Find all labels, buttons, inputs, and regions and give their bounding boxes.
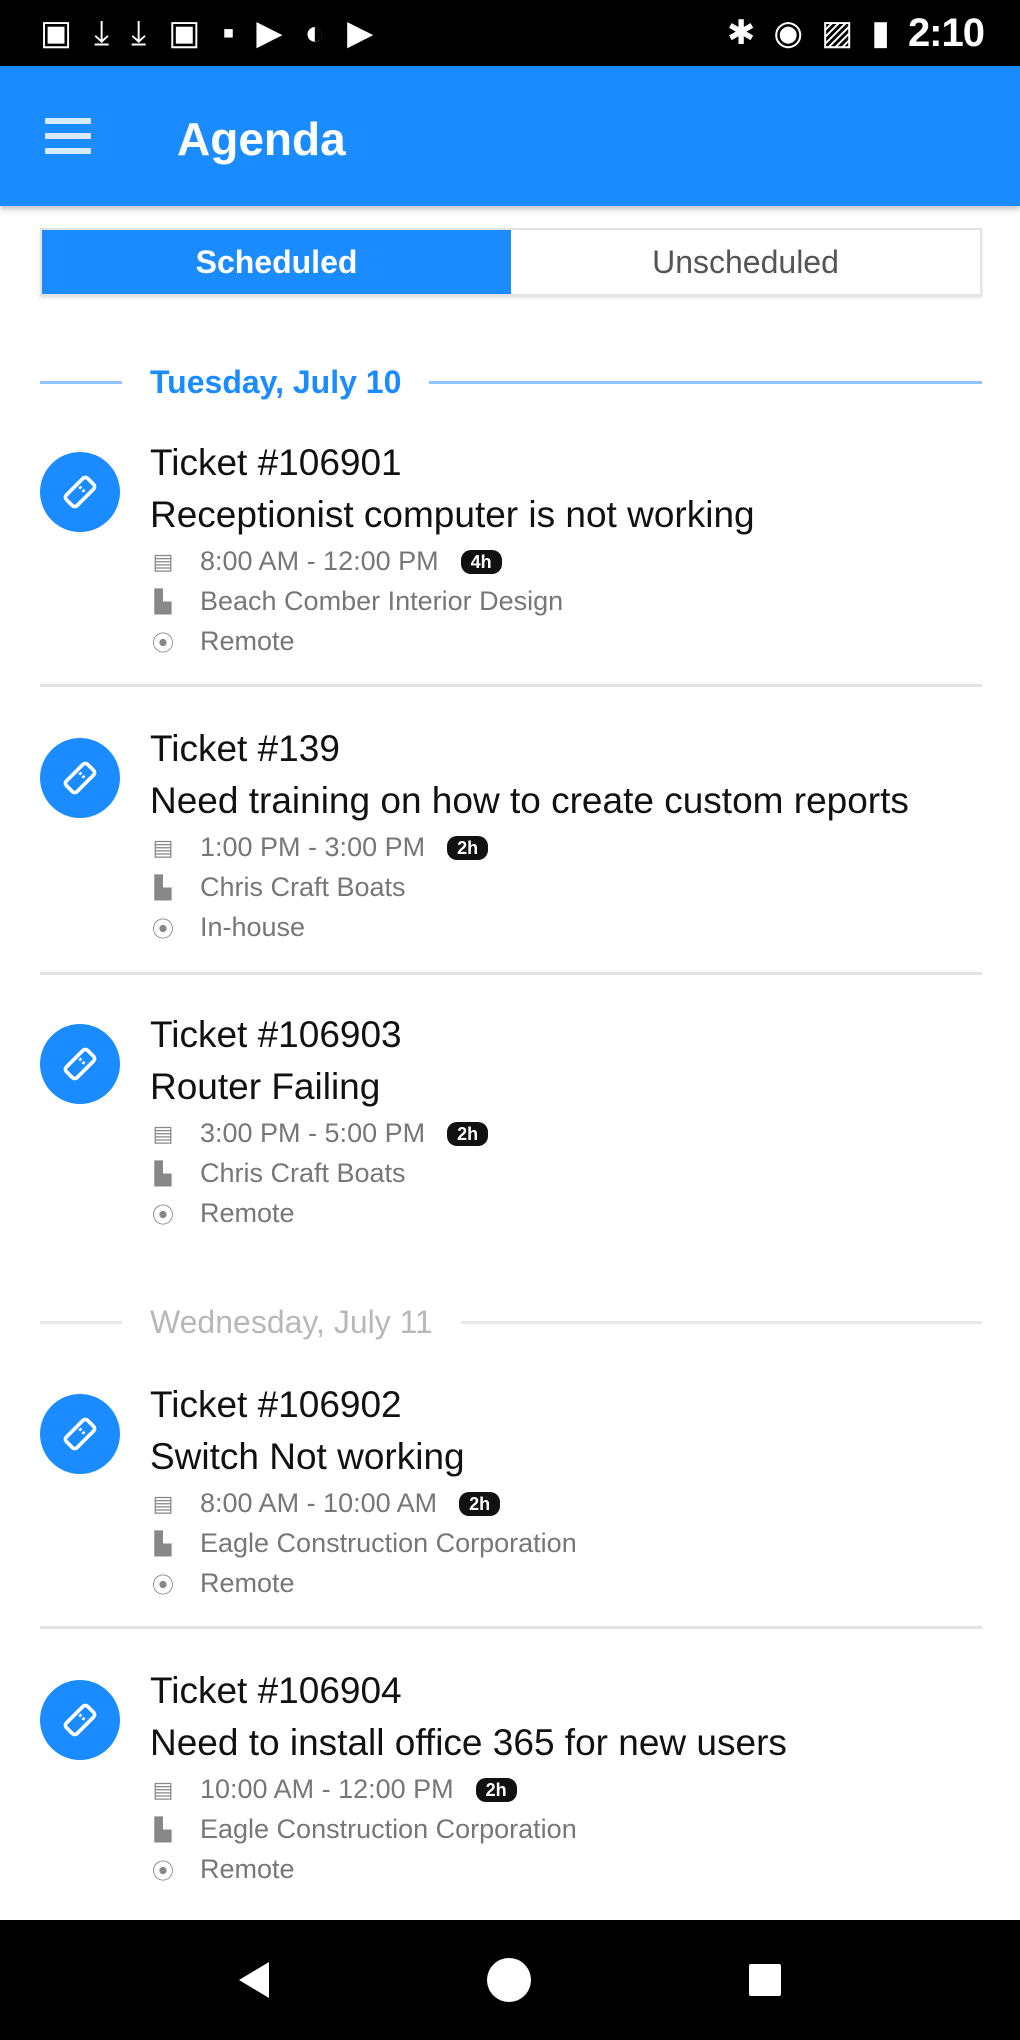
- building-icon: ▙: [154, 1816, 172, 1842]
- ticket-location: Remote: [200, 1854, 295, 1884]
- ticket-number: Ticket #106902: [150, 1384, 402, 1425]
- ticket-time: 8:00 AM - 12:00 PM: [200, 546, 439, 576]
- location-pin-icon: ⦿: [151, 1202, 174, 1228]
- play-store-icon: ▶: [256, 14, 283, 52]
- ticket-icon: [40, 452, 120, 532]
- ticket-company: Chris Craft Boats: [200, 1158, 406, 1188]
- ticket-icon: [40, 1394, 120, 1474]
- ticket-number: Ticket #139: [150, 728, 340, 769]
- calendar-icon: ▤: [152, 1120, 174, 1146]
- date-header: Tuesday, July 10: [40, 362, 982, 402]
- building-icon: ▙: [154, 1530, 172, 1556]
- ticket-icon: [40, 1024, 120, 1104]
- ticket-time: 10:00 AM - 12:00 PM: [200, 1774, 454, 1804]
- building-icon: ▙: [154, 588, 172, 614]
- ticket-location: In-house: [200, 912, 306, 942]
- ticket-icon: [40, 738, 120, 818]
- ticket-company: Beach Comber Interior Design: [200, 586, 564, 616]
- divider: [40, 1626, 982, 1629]
- duration-badge: 2h: [447, 1121, 489, 1146]
- location-pin-icon: ⦿: [151, 1858, 174, 1884]
- calendar-icon: ▤: [152, 548, 174, 574]
- ticket-company: Chris Craft Boats: [200, 872, 406, 902]
- ticket-item[interactable]: Ticket #139 Need training on how to crea…: [0, 722, 1020, 972]
- duration-badge: 2h: [447, 835, 489, 860]
- ticket-subject: Receptionist computer is not working: [150, 494, 755, 535]
- ticket-item[interactable]: Ticket #106902 Switch Not working ▤ 8:00 …: [0, 1378, 1020, 1628]
- building-icon: ▙: [154, 874, 172, 900]
- ticket-number: Ticket #106904: [150, 1670, 402, 1711]
- duration-badge: 2h: [459, 1491, 501, 1516]
- ticket-time: 1:00 PM - 3:00 PM: [200, 832, 426, 862]
- sync-icon: ◐: [304, 14, 326, 52]
- ticket-time: 3:00 PM - 5:00 PM: [200, 1118, 426, 1148]
- system-icons: ✱ ◉ ▨ ▮ 2:10: [727, 11, 1020, 56]
- date-header: Wednesday, July 11: [40, 1302, 982, 1342]
- ticket-icon: [40, 1680, 120, 1760]
- ticket-company: Eagle Construction Corporation: [200, 1814, 577, 1844]
- ticket-location: Remote: [200, 1198, 295, 1228]
- ticket-subject: Need to install office 365 for new users: [150, 1722, 787, 1763]
- ticket-time: 8:00 AM - 10:00 AM: [200, 1488, 438, 1518]
- tab-unscheduled[interactable]: Unscheduled: [511, 230, 980, 294]
- calendar-icon: ▤: [152, 1776, 174, 1802]
- calendar-icon: ▤: [152, 1490, 174, 1516]
- location-pin-icon: ⦿: [151, 630, 174, 656]
- download-icon: ⤓: [131, 14, 147, 52]
- download-icon: ⤓: [94, 14, 110, 52]
- vibrate-icon: ◉: [773, 14, 804, 52]
- play-store-icon: ▶: [347, 14, 374, 52]
- ticket-item[interactable]: Ticket #106901 Receptionist computer is …: [0, 436, 1020, 686]
- menu-icon[interactable]: [45, 118, 91, 154]
- duration-badge: 2h: [475, 1777, 517, 1802]
- date-header-label: Wednesday, July 11: [150, 1303, 433, 1340]
- battery-icon: ▮: [871, 14, 890, 52]
- app-bar: Agenda: [0, 66, 1020, 206]
- back-icon[interactable]: [239, 1962, 269, 1998]
- ticket-item[interactable]: Ticket #106904 Need to install office 36…: [0, 1664, 1020, 1914]
- ticket-number: Ticket #106901: [150, 442, 402, 483]
- ticket-number: Ticket #106903: [150, 1014, 402, 1055]
- schedule-tabs: Scheduled Unscheduled: [40, 228, 982, 296]
- location-pin-icon: ⦿: [151, 916, 174, 942]
- building-icon: ▙: [154, 1160, 172, 1186]
- image-icon: ▪: [222, 14, 235, 52]
- status-bar: ▣ ⤓ ⤓ ▣ ▪ ▶ ◐ ▶ ✱ ◉ ▨ ▮ 2:10: [0, 0, 1020, 66]
- calendar-icon: ▤: [152, 834, 174, 860]
- ticket-subject: Router Failing: [150, 1066, 381, 1107]
- date-header-label: Tuesday, July 10: [150, 363, 402, 400]
- ticket-subject: Need training on how to create custom re…: [150, 780, 909, 821]
- image-icon: ▣: [40, 14, 73, 52]
- page-title: Agenda: [177, 113, 346, 165]
- ticket-location: Remote: [200, 626, 295, 656]
- clock: 2:10: [907, 10, 985, 55]
- divider: [40, 972, 982, 975]
- ticket-location: Remote: [200, 1568, 295, 1598]
- tab-scheduled[interactable]: Scheduled: [42, 230, 511, 294]
- duration-badge: 4h: [460, 549, 502, 574]
- recent-apps-icon[interactable]: [749, 1964, 781, 1996]
- ticket-company: Eagle Construction Corporation: [200, 1528, 577, 1558]
- home-icon[interactable]: [487, 1958, 531, 2002]
- ticket-subject: Switch Not working: [150, 1436, 465, 1477]
- system-nav-bar: [0, 1920, 1020, 2040]
- ticket-item[interactable]: Ticket #106903 Router Failing ▤ 3:00 PM -…: [0, 1008, 1020, 1258]
- bluetooth-icon: ✱: [726, 14, 756, 52]
- signal-icon: ▨: [821, 14, 854, 52]
- notification-icons: ▣ ⤓ ⤓ ▣ ▪ ▶ ◐ ▶: [0, 16, 373, 50]
- location-pin-icon: ⦿: [151, 1572, 174, 1598]
- image-icon: ▣: [168, 14, 201, 52]
- divider: [40, 684, 982, 687]
